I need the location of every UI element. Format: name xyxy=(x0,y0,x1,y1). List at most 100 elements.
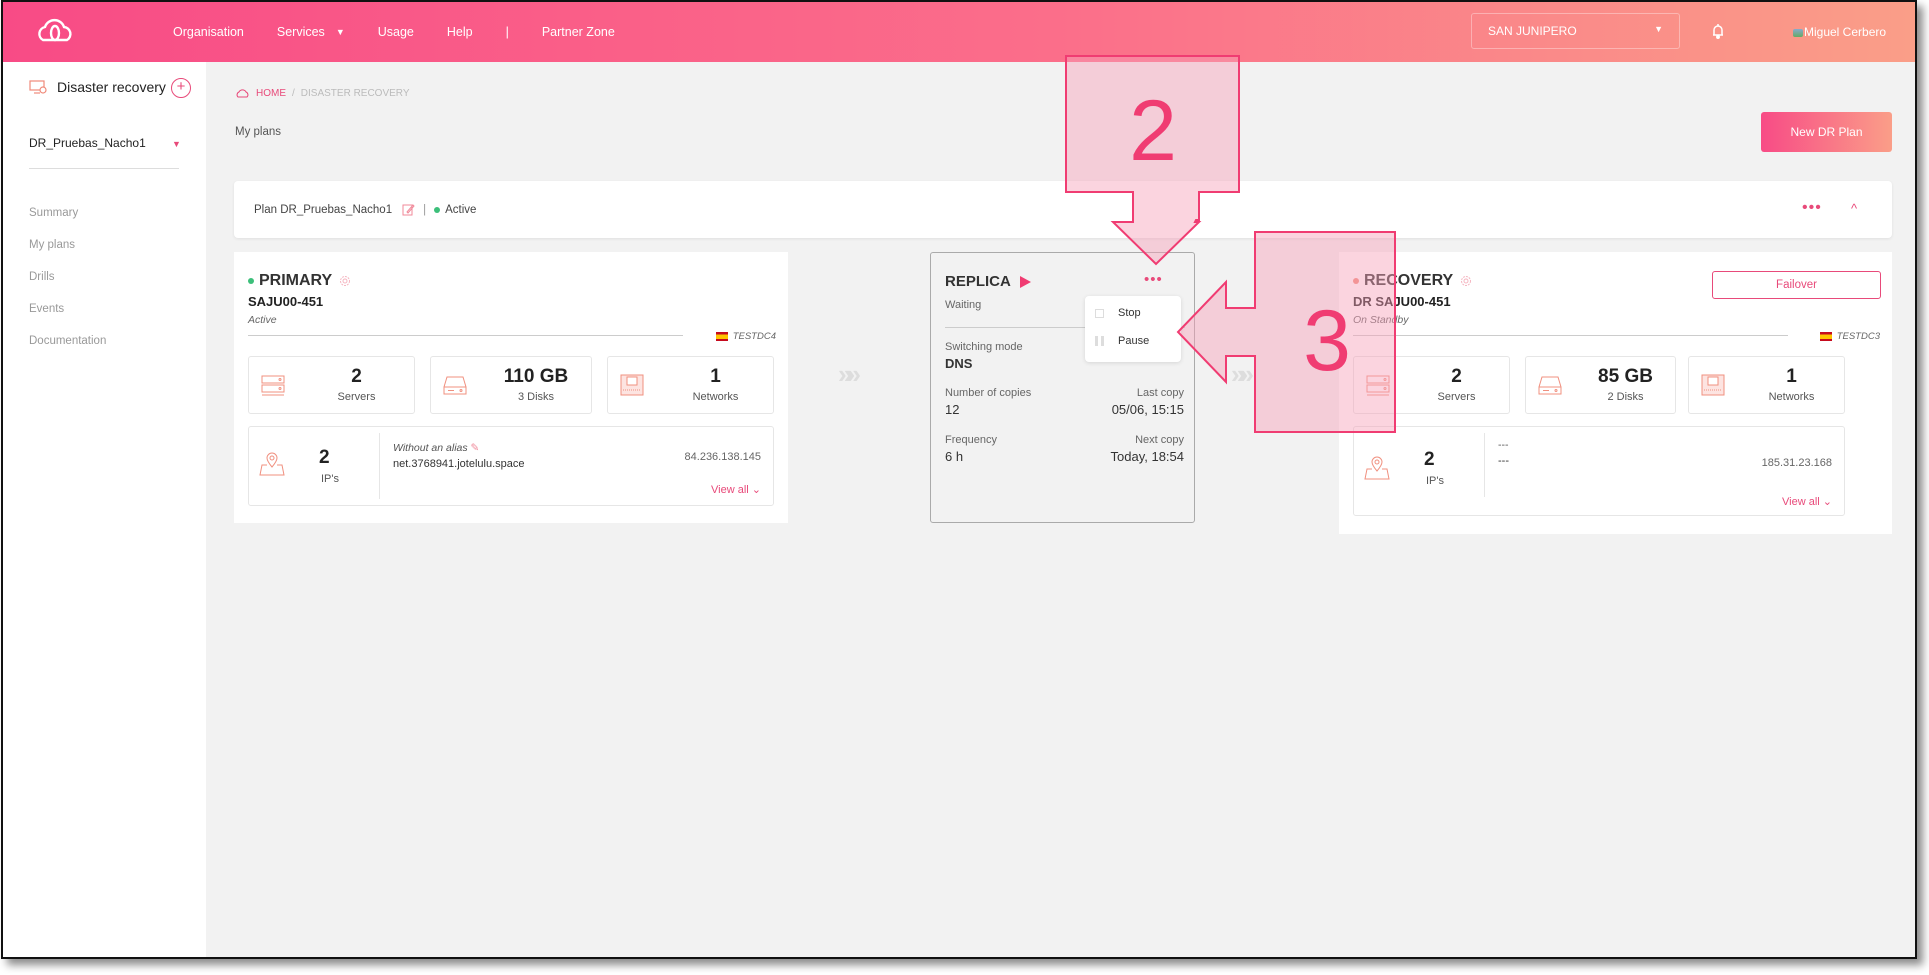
sidebar: Disaster recovery + DR_Pruebas_Nacho1 ▼ … xyxy=(3,62,206,957)
servers-stat[interactable]: 2 Servers xyxy=(248,356,415,414)
cloud-logo-icon[interactable] xyxy=(33,18,77,46)
menu-item-stop[interactable]: Stop xyxy=(1095,307,1141,319)
flow-chevrons-icon: »» xyxy=(1231,359,1254,389)
nav-usage[interactable]: Usage xyxy=(378,25,414,39)
sidebar-menu: Summary My plans Drills Events Documenta… xyxy=(29,207,106,367)
primary-state: Active xyxy=(248,314,277,326)
sidebar-title: Disaster recovery xyxy=(29,79,166,95)
location-pin-icon xyxy=(259,452,285,476)
sidebar-item-my-plans[interactable]: My plans xyxy=(29,239,106,271)
nav-help[interactable]: Help xyxy=(447,25,473,39)
datacenter-label: TESTDC4 xyxy=(715,331,776,342)
more-options-icon[interactable]: ••• xyxy=(1144,271,1163,288)
replica-state: Waiting xyxy=(945,299,982,311)
chevron-down-icon[interactable]: ▼ xyxy=(172,139,181,149)
stat-value: 85 GB xyxy=(1598,366,1653,387)
servers-stat[interactable]: 2 Servers xyxy=(1353,356,1510,414)
datacenter-name: TESTDC4 xyxy=(732,331,776,342)
stat-label: 2 Disks xyxy=(1607,391,1644,403)
switching-mode-value: DNS xyxy=(945,356,973,371)
networks-stat[interactable]: 1 Networks xyxy=(1688,356,1845,414)
switching-mode-label: Switching mode xyxy=(945,341,1023,353)
nav-partner-zone[interactable]: Partner Zone xyxy=(542,25,615,39)
page-subtitle: My plans xyxy=(235,126,282,138)
divider xyxy=(379,433,380,499)
ips-count: 2 xyxy=(1424,449,1435,470)
edit-icon[interactable] xyxy=(402,203,415,216)
ip-address: 84.236.138.145 xyxy=(684,451,761,463)
play-icon[interactable] xyxy=(1019,275,1031,288)
spain-flag-icon xyxy=(1819,332,1832,341)
pause-icon xyxy=(1095,336,1104,346)
primary-title: PRIMARY xyxy=(259,272,333,289)
frequency-value: 6 h xyxy=(945,449,964,464)
user-menu[interactable]: Miguel Cerbero xyxy=(1793,25,1886,39)
gear-icon[interactable] xyxy=(339,275,351,287)
status-dot xyxy=(248,278,254,284)
disks-stat[interactable]: 110 GB 3 Disks xyxy=(430,356,592,414)
copies-label: Number of copies xyxy=(945,387,1032,399)
stat-label: 3 Disks xyxy=(517,391,555,403)
plan-header-bar: Plan DR_Pruebas_Nacho1 | Active ••• ^ xyxy=(234,181,1892,238)
organisation-select[interactable]: SAN JUNIPERO ▼ xyxy=(1471,13,1680,49)
bell-icon[interactable] xyxy=(1711,23,1725,39)
breadcrumb-current: DISASTER RECOVERY xyxy=(300,88,410,99)
divider xyxy=(1484,433,1485,497)
add-plan-button[interactable]: + xyxy=(171,78,191,98)
sidebar-item-events[interactable]: Events xyxy=(29,303,106,335)
recovery-state: On Standby xyxy=(1353,314,1409,326)
chevron-up-icon[interactable]: ^ xyxy=(1851,201,1857,216)
stat-value: 2 xyxy=(1451,366,1462,387)
disaster-recovery-icon xyxy=(29,80,47,94)
annotation-label-2: 2 xyxy=(1129,83,1177,179)
breadcrumb-separator: / xyxy=(292,88,295,99)
top-header: Organisation Services ▼ Usage Help | Par… xyxy=(3,2,1915,62)
primary-card: PRIMARY SAJU00-451 Active TESTDC4 2 Serv… xyxy=(234,252,788,523)
divider xyxy=(29,168,179,169)
gear-icon[interactable] xyxy=(1460,275,1472,287)
failover-button[interactable]: Failover xyxy=(1712,271,1881,299)
more-options-icon[interactable]: ••• xyxy=(1802,199,1822,217)
stat-value: 1 xyxy=(710,366,721,387)
edit-icon[interactable]: ✎ xyxy=(471,442,480,454)
copies-value: 12 xyxy=(945,402,960,417)
status-dot xyxy=(1353,278,1359,284)
next-copy-label: Next copy xyxy=(1135,434,1184,446)
new-dr-plan-button[interactable]: New DR Plan xyxy=(1761,112,1892,152)
ip-address: 185.31.23.168 xyxy=(1761,457,1832,469)
ips-label: IP's xyxy=(321,473,339,485)
stat-value: 110 GB xyxy=(503,366,569,387)
menu-item-pause[interactable]: Pause xyxy=(1095,335,1149,347)
avatar xyxy=(1793,28,1803,37)
replica-options-menu: Stop Pause xyxy=(1085,296,1181,362)
chevron-down-icon[interactable]: ▼ xyxy=(336,27,345,37)
last-copy-value: 05/06, 15:15 xyxy=(1111,402,1184,417)
view-all-link[interactable]: View all ⌄ xyxy=(711,483,761,496)
flow-chevrons-icon: »» xyxy=(838,359,861,389)
divider xyxy=(248,335,683,336)
networks-stat[interactable]: 1 Networks xyxy=(607,356,774,414)
user-name: Miguel Cerbero xyxy=(1804,25,1887,39)
servers-icon xyxy=(261,375,285,396)
primary-host: SAJU00-451 xyxy=(248,294,324,309)
location-pin-icon xyxy=(1364,456,1390,480)
replica-title: REPLICA xyxy=(945,273,1011,290)
nav-organisation[interactable]: Organisation xyxy=(173,25,244,39)
spain-flag-icon xyxy=(715,332,728,341)
stat-label: Servers xyxy=(1437,391,1476,403)
view-all-link[interactable]: View all ⌄ xyxy=(1782,495,1832,508)
stat-label: Servers xyxy=(337,391,376,403)
sidebar-item-summary[interactable]: Summary xyxy=(29,207,106,239)
alias-text: Without an alias xyxy=(393,442,468,454)
stat-value: 2 xyxy=(351,366,362,387)
breadcrumb-home[interactable]: HOME xyxy=(256,88,286,99)
sidebar-item-drills[interactable]: Drills xyxy=(29,271,106,303)
nav-services[interactable]: Services xyxy=(277,25,325,39)
ips-label: IP's xyxy=(1426,475,1444,487)
disks-stat[interactable]: 85 GB 2 Disks xyxy=(1525,356,1676,414)
menu-item-label: Pause xyxy=(1118,335,1150,347)
plan-selector[interactable]: DR_Pruebas_Nacho1 xyxy=(29,136,146,150)
chevron-down-icon: ▼ xyxy=(1654,24,1663,34)
sidebar-item-documentation[interactable]: Documentation xyxy=(29,335,106,367)
stat-label: Networks xyxy=(692,391,739,403)
